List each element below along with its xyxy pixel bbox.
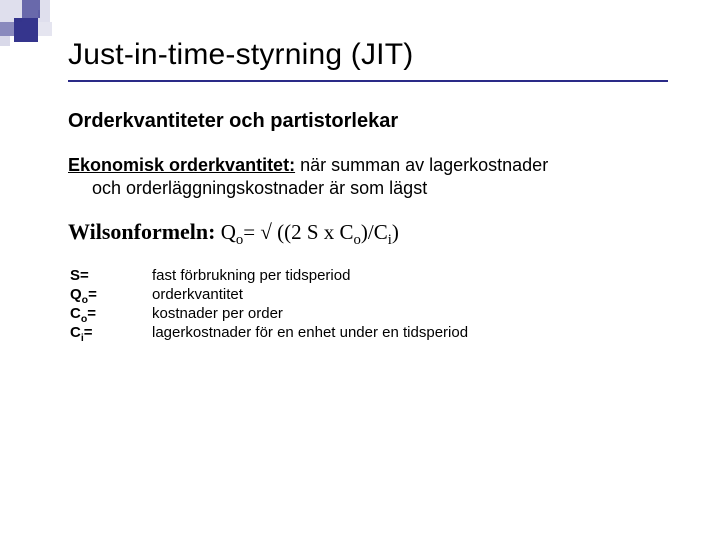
definitions-list: S= fast förbrukning per tidsperiod Qo= o… <box>70 267 680 341</box>
eoq-line: Ekonomisk orderkvantitet: när summan av … <box>68 155 680 176</box>
def-ci-desc: lagerkostnader för en enhet under en tid… <box>152 324 680 341</box>
corner-decoration <box>0 0 70 50</box>
def-qo-symbol: Qo= <box>70 286 122 303</box>
eoq-continuation: och orderläggningskostnader är som lägst <box>92 178 680 199</box>
wilson-formula: Wilsonformeln: Qo= √ ((2 S x Co)/Ci) <box>68 219 680 245</box>
wilson-expression: Qo= √ ((2 S x Co)/Ci) <box>215 220 398 244</box>
def-qo-desc: orderkvantitet <box>152 286 680 303</box>
title-underline <box>68 80 668 82</box>
def-ci-symbol: Ci= <box>70 324 122 341</box>
def-co-desc: kostnader per order <box>152 305 680 322</box>
eoq-tail: när summan av lagerkostnader <box>295 155 548 175</box>
slide-body: Just-in-time-styrning (JIT) Orderkvantit… <box>0 0 720 361</box>
def-co-symbol: Co= <box>70 305 122 322</box>
def-s-desc: fast förbrukning per tidsperiod <box>152 267 680 284</box>
slide-title: Just-in-time-styrning (JIT) <box>68 38 680 72</box>
wilson-heading: Wilsonformeln: <box>68 219 215 244</box>
eoq-heading: Ekonomisk orderkvantitet: <box>68 155 295 175</box>
slide-subtitle: Orderkvantiteter och partistorlekar <box>68 110 680 133</box>
def-s-symbol: S= <box>70 267 122 284</box>
